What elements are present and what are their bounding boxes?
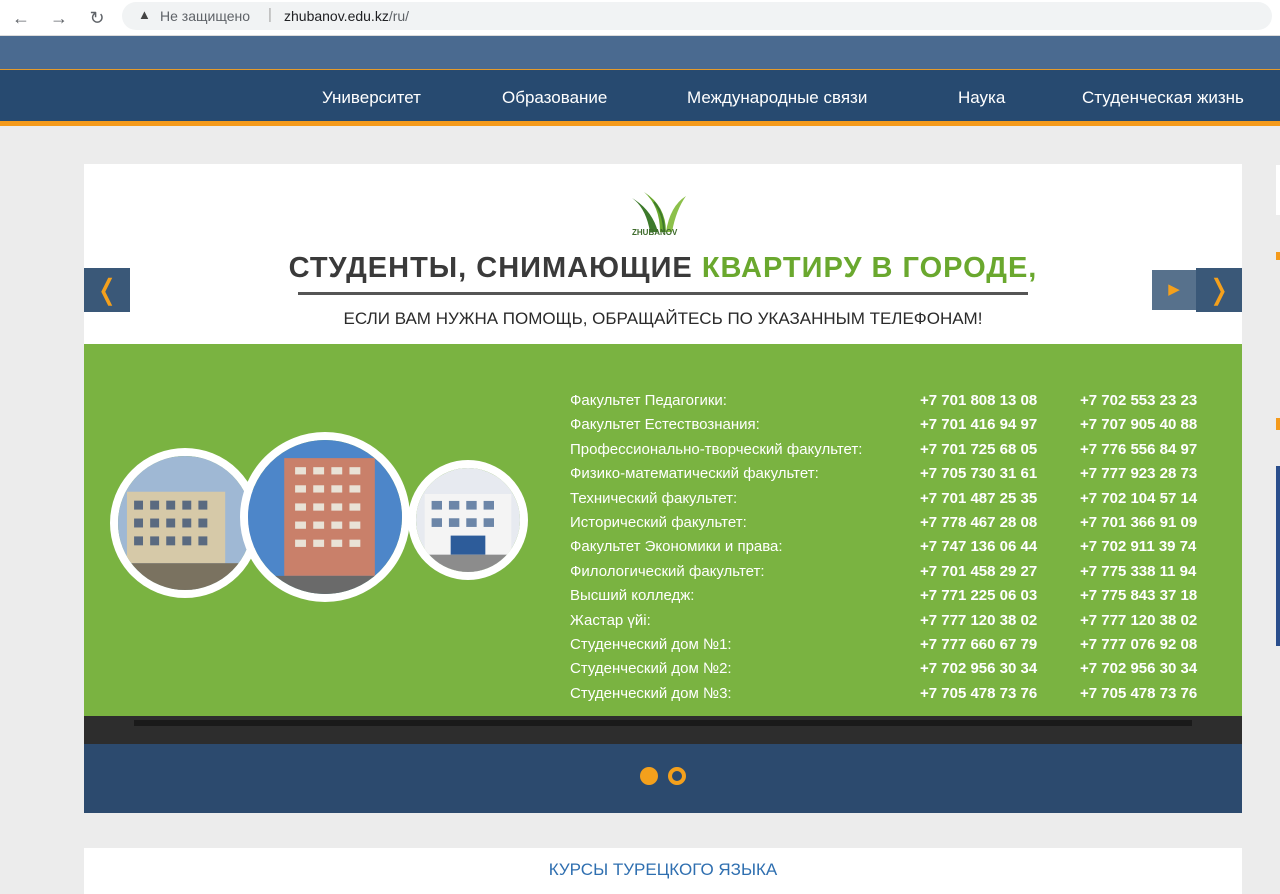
building-image [118,456,252,590]
phone-number: +7 701 366 91 09 [1080,513,1198,531]
faculty-name: Студенческий дом №1: [570,635,732,653]
phone-number: +7 775 338 11 94 [1080,562,1197,580]
faculty-name: Филологический факультет: [570,562,765,580]
phone-number: +7 702 104 57 14 [1080,489,1198,507]
faculty-list: Факультет Педагогики: Факультет Естество… [570,389,862,706]
faculty-name: Факультет Педагогики: [570,392,727,409]
phone-number: +7 705 478 73 76 [920,684,1038,702]
phone-number: +7 775 843 37 18 [1080,587,1198,605]
slider-dot-2[interactable] [668,767,686,785]
campus-photo-1 [110,448,260,598]
phone-number: +7 747 136 06 44 [920,538,1038,556]
phone-number: +7 701 725 68 05 [920,440,1038,458]
phone-number: +7 777 120 38 02 [1080,611,1198,629]
course-title-link[interactable]: КУРСЫ ТУРЕЦКОГО ЯЗЫКА [84,860,1242,880]
sidebar-edge [1276,165,1280,215]
sidebar-accent [1276,418,1280,430]
slide-headline: СТУДЕНТЫ, СНИМАЮЩИЕ КВАРТИРУ В ГОРОДЕ, [288,252,1038,284]
phone-column-1: +7 701 808 13 08 +7 701 416 94 97 +7 701… [920,389,1037,706]
nav-item-science[interactable]: Наука [958,88,1005,108]
campus-photo-2 [240,432,410,602]
url-separator: | [268,6,272,23]
top-band [0,36,1280,70]
address-bar[interactable]: ▲ Не защищено | zhubanov.edu.kz/ru/ [122,2,1272,30]
chevron-left-icon[interactable]: ❬ [84,268,130,312]
phone-column-2: +7 702 553 23 23 +7 707 905 40 88 +7 776… [1080,389,1197,706]
security-label[interactable]: Не защищено [160,8,250,24]
nav-item-student-life[interactable]: Студенческая жизнь [1082,88,1244,108]
reload-icon[interactable]: ↻ [84,5,110,31]
slider-dot-1[interactable] [640,767,658,785]
phone-number: +7 702 911 39 74 [1080,538,1197,556]
building-image [416,468,520,572]
slide-subheadline: ЕСЛИ ВАМ НУЖНА ПОМОЩЬ, ОБРАЩАЙТЕСЬ ПО УК… [343,309,983,328]
phone-number: +7 702 553 23 23 [1080,392,1198,409]
faculty-name: Физико-математический факультет: [570,465,819,483]
slide-contact-panel: Факультет Педагогики: Факультет Естество… [84,344,1242,716]
faculty-name: Факультет Экономики и права: [570,538,783,556]
phone-number: +7 777 923 28 73 [1080,465,1198,483]
main-navigation: Университет Образование Международные св… [0,70,1280,126]
faculty-name: Факультет Естествознания: [570,416,760,434]
faculty-name: Высший колледж: [570,587,695,605]
campus-photo-3 [408,460,528,580]
phone-number: +7 777 120 38 02 [920,611,1038,629]
phone-number: +7 701 458 29 27 [920,562,1038,580]
phone-number: +7 771 225 06 03 [920,587,1038,605]
nav-item-education[interactable]: Образование [502,88,607,108]
logo-text: ZHUBANOV [632,228,678,237]
phone-number: +7 701 416 94 97 [920,416,1038,434]
phone-number: +7 777 660 67 79 [920,635,1038,653]
back-icon[interactable]: ← [8,5,34,31]
phone-number: +7 778 467 28 08 [920,513,1038,531]
browser-toolbar: ← → ↻ ▲ Не защищено | zhubanov.edu.kz/ru… [0,0,1280,36]
phone-number: +7 777 076 92 08 [1080,635,1198,653]
hero-slider[interactable]: ZHUBANOV СТУДЕНТЫ, СНИМАЮЩИЕ КВАРТИРУ В … [84,164,1242,813]
slide-header: ZHUBANOV СТУДЕНТЫ, СНИМАЮЩИЕ КВАРТИРУ В … [84,164,1242,344]
faculty-name: Студенческий дом №2: [570,660,732,678]
sidebar-banner[interactable] [1276,466,1280,646]
faculty-name: Технический факультет: [570,489,738,507]
warning-icon[interactable]: ▲ [138,7,151,22]
faculty-name: Студенческий дом №3: [570,684,732,702]
phone-number: +7 702 956 30 34 [1080,660,1198,678]
headline-divider [298,292,1028,295]
slider-pagination [84,744,1242,813]
phone-number: +7 776 556 84 97 [1080,440,1198,458]
phone-number: +7 707 905 40 88 [1080,416,1198,434]
forward-icon[interactable]: → [46,5,72,31]
phone-number: +7 702 956 30 34 [920,660,1038,678]
faculty-name: Исторический факультет: [570,513,747,531]
chevron-right-icon[interactable]: ❭ [1196,268,1242,312]
faculty-name: Профессионально-творческий факультет: [570,440,863,458]
slide-bottom-strip [84,716,1242,744]
university-logo [632,192,686,233]
sidebar-accent [1276,252,1280,260]
phone-number: +7 701 487 25 35 [920,489,1038,507]
nav-item-university[interactable]: Университет [322,88,421,108]
phone-number: +7 705 478 73 76 [1080,684,1198,702]
phone-number: +7 701 808 13 08 [920,392,1038,409]
phone-number: +7 705 730 31 61 [920,465,1038,483]
building-image [248,440,402,594]
play-icon[interactable]: ▶ [1152,270,1196,310]
url-text[interactable]: zhubanov.edu.kz/ru/ [284,8,409,24]
course-banner[interactable]: КУРСЫ ТУРЕЦКОГО ЯЗЫКА [84,848,1242,894]
faculty-name: Жастар үйі: [570,611,651,629]
nav-item-international[interactable]: Международные связи [687,88,867,108]
